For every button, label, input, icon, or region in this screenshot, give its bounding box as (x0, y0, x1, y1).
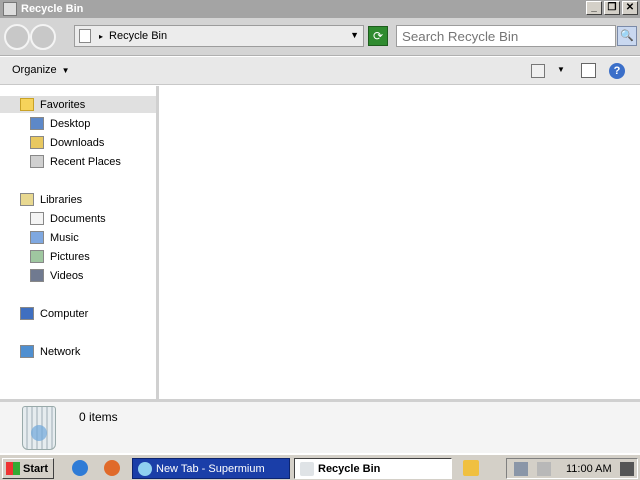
pictures-icon (30, 250, 44, 263)
recycle-logo-icon (31, 425, 47, 441)
clock[interactable]: 11:00 AM (566, 463, 612, 475)
start-label: Start (23, 462, 49, 475)
sidebar-item-network[interactable]: Network (20, 343, 80, 360)
documents-icon (30, 212, 44, 225)
back-button[interactable] (4, 24, 30, 50)
downloads-icon (30, 136, 44, 149)
search-input[interactable] (396, 25, 616, 47)
navigation-bar: ▸ Recycle Bin ▼ ⟳ 🔍 (0, 18, 640, 56)
file-list-area[interactable] (162, 86, 640, 399)
taskbar-item-label: New Tab - Supermium (156, 462, 265, 475)
taskbar: Start New Tab - Supermium Recycle Bin 11… (0, 454, 640, 480)
sidebar-item-recent-places[interactable]: Recent Places (30, 153, 121, 170)
sidebar-item-label: Desktop (50, 117, 91, 130)
close-button[interactable]: ✕ (622, 1, 638, 15)
recycle-bin-icon (79, 29, 91, 43)
sidebar-item-label: Network (40, 345, 81, 358)
forward-button[interactable] (30, 24, 56, 50)
sidebar-item-videos[interactable]: Videos (30, 267, 83, 284)
address-bar[interactable]: ▸ Recycle Bin ▼ (74, 25, 364, 47)
recycle-bin-icon (3, 2, 17, 16)
sidebar-item-label: Pictures (50, 250, 90, 263)
taskbar-item-label: Recycle Bin (318, 462, 381, 475)
sidebar-item-label: Favorites (40, 98, 86, 111)
system-tray: 11:00 AM (506, 458, 638, 479)
sidebar-item-label: Music (50, 231, 79, 244)
network-status-icon[interactable] (514, 462, 528, 476)
internet-explorer-icon[interactable] (72, 460, 88, 476)
command-bar: Organize ▼ ▼ ? (0, 57, 640, 85)
help-icon[interactable]: ? (609, 63, 625, 79)
sidebar-item-label: Computer (40, 307, 89, 320)
tray-app-icon[interactable] (463, 460, 479, 476)
sidebar-item-downloads[interactable]: Downloads (30, 134, 104, 151)
chevron-down-icon: ▼ (61, 66, 70, 75)
taskbar-item-recycle-bin[interactable]: Recycle Bin (294, 458, 452, 479)
sidebar-item-label: Videos (50, 269, 84, 282)
title-bar[interactable]: Recycle Bin _ ❐ ✕ (0, 0, 640, 18)
sidebar-item-label: Libraries (40, 193, 83, 206)
navigation-pane: Favorites Desktop Downloads Recent Place… (0, 86, 159, 399)
browser-icon[interactable] (104, 460, 120, 476)
desktop-icon (30, 117, 44, 130)
music-icon (30, 231, 44, 244)
sidebar-item-music[interactable]: Music (30, 229, 79, 246)
window-title: Recycle Bin (21, 3, 84, 15)
sidebar-item-label: Documents (50, 212, 106, 225)
libraries-icon (20, 193, 34, 206)
computer-icon (20, 307, 34, 320)
sidebar-item-computer[interactable]: Computer (20, 305, 88, 322)
sidebar-item-label: Recent Places (50, 155, 121, 168)
star-icon (20, 98, 34, 111)
details-pane: 0 items (0, 399, 640, 453)
organize-button[interactable]: Organize ▼ (12, 64, 70, 76)
globe-icon (138, 461, 152, 476)
windows-logo-icon (6, 462, 20, 475)
change-view-icon[interactable] (531, 64, 545, 78)
network-icon (20, 345, 34, 358)
chevron-down-icon[interactable]: ▼ (557, 65, 565, 74)
sidebar-item-label: Downloads (50, 136, 105, 149)
window-controls: _ ❐ ✕ (586, 1, 638, 15)
breadcrumb-arrow-icon[interactable]: ▸ (99, 32, 103, 41)
sidebar-item-desktop[interactable]: Desktop (30, 115, 90, 132)
volume-muted-icon[interactable] (537, 462, 551, 476)
search-icon[interactable]: 🔍 (617, 26, 637, 46)
recent-places-icon (30, 155, 44, 168)
sidebar-item-favorites[interactable]: Favorites (0, 96, 156, 113)
chevron-down-icon[interactable]: ▼ (350, 30, 359, 40)
sidebar-item-pictures[interactable]: Pictures (30, 248, 90, 265)
sidebar-item-libraries[interactable]: Libraries (20, 191, 82, 208)
recycle-bin-icon (300, 461, 314, 476)
maximize-button[interactable]: ❐ (604, 1, 620, 15)
item-count: 0 items (79, 410, 118, 424)
breadcrumb-location[interactable]: Recycle Bin (109, 30, 167, 42)
taskbar-item-supermium[interactable]: New Tab - Supermium (132, 458, 290, 479)
preview-pane-icon[interactable] (581, 63, 596, 78)
recycle-bin-icon (22, 406, 56, 450)
minimize-button[interactable]: _ (586, 1, 602, 15)
start-button[interactable]: Start (2, 458, 54, 479)
refresh-button[interactable]: ⟳ (368, 26, 388, 46)
show-desktop-icon[interactable] (620, 462, 634, 476)
sidebar-item-documents[interactable]: Documents (30, 210, 106, 227)
videos-icon (30, 269, 44, 282)
organize-label: Organize (12, 64, 57, 76)
